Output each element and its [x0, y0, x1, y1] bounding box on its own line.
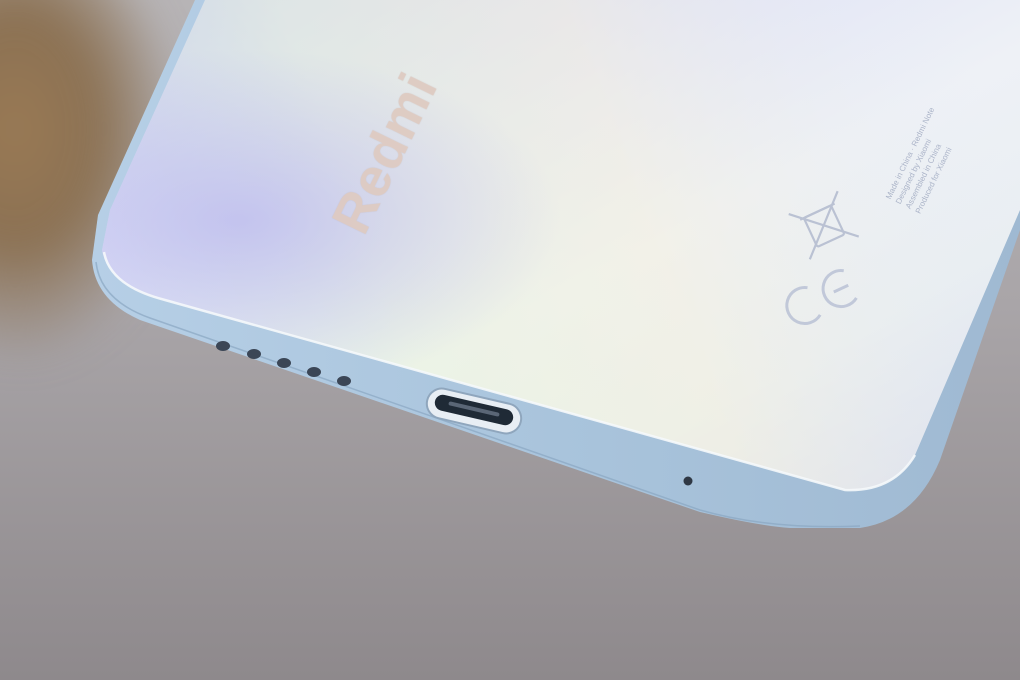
phone-bottom — [92, 0, 1020, 528]
mic-hole — [683, 476, 693, 486]
photo-scene: Redmi Made in China · Redmi Note Designe… — [0, 0, 1020, 680]
